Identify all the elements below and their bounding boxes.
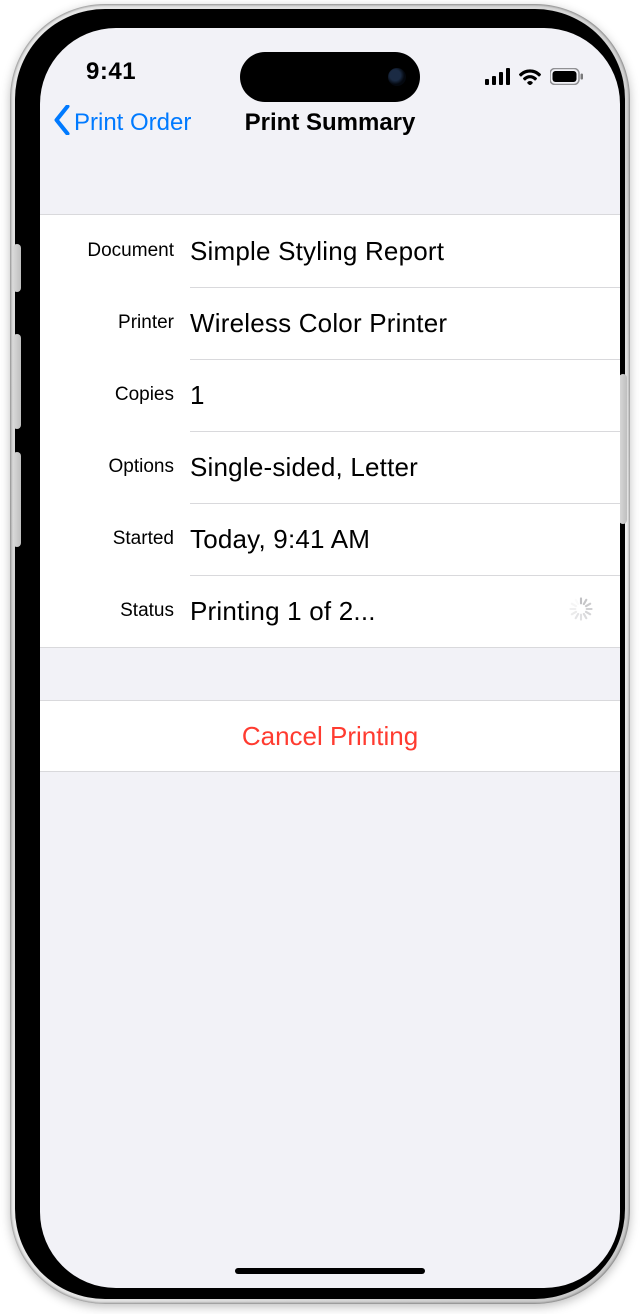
row-label: Status xyxy=(40,600,190,622)
row-copies: Copies 1 xyxy=(40,359,620,431)
content: Document Simple Styling Report Printer W… xyxy=(40,156,620,772)
summary-group: Document Simple Styling Report Printer W… xyxy=(40,214,620,648)
row-label: Started xyxy=(40,528,190,550)
back-button[interactable]: Print Order xyxy=(52,90,191,156)
wifi-icon xyxy=(518,68,542,85)
page-title: Print Summary xyxy=(245,109,416,137)
volume-down-button xyxy=(13,452,21,547)
row-value: Simple Styling Report xyxy=(190,236,600,267)
row-value: 1 xyxy=(190,380,600,411)
row-label: Printer xyxy=(40,312,190,334)
row-status: Status Printing 1 of 2... xyxy=(40,575,620,647)
row-options: Options Single-sided, Letter xyxy=(40,431,620,503)
back-label: Print Order xyxy=(74,109,191,137)
row-printer: Printer Wireless Color Printer xyxy=(40,287,620,359)
battery-icon xyxy=(550,68,584,85)
row-value: Today, 9:41 AM xyxy=(190,524,600,555)
dynamic-island xyxy=(240,52,420,102)
row-value: Printing 1 of 2... xyxy=(190,596,568,627)
row-document: Document Simple Styling Report xyxy=(40,215,620,287)
cancel-printing-button[interactable]: Cancel Printing xyxy=(40,700,620,772)
volume-up-button xyxy=(13,334,21,429)
home-indicator xyxy=(235,1268,425,1274)
status-time: 9:41 xyxy=(86,58,136,86)
mute-switch xyxy=(13,244,21,292)
row-label: Options xyxy=(40,456,190,478)
side-button xyxy=(619,374,627,524)
cellular-icon xyxy=(485,68,510,85)
screen: 9:41 Print Order Print Sum xyxy=(40,28,620,1288)
cancel-printing-label: Cancel Printing xyxy=(242,721,418,752)
row-started: Started Today, 9:41 AM xyxy=(40,503,620,575)
device-frame: 9:41 Print Order Print Sum xyxy=(10,4,630,1304)
chevron-left-icon xyxy=(52,105,72,142)
group-spacer xyxy=(40,648,620,700)
row-label: Document xyxy=(40,240,190,262)
row-label: Copies xyxy=(40,384,190,406)
loading-spinner-icon xyxy=(568,596,594,627)
row-value: Wireless Color Printer xyxy=(190,308,600,339)
row-value: Single-sided, Letter xyxy=(190,452,600,483)
